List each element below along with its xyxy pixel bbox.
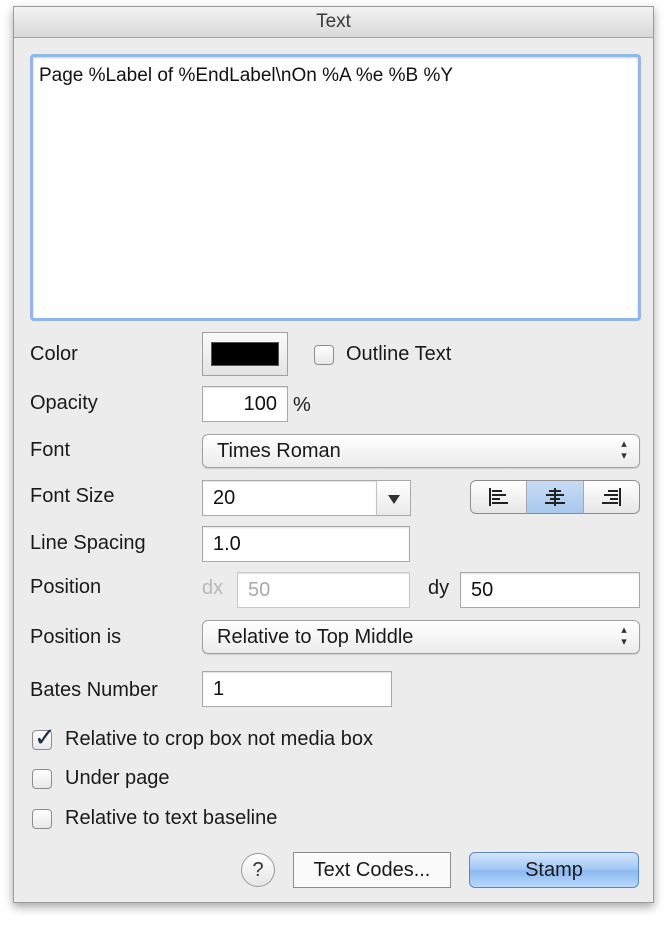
line-spacing-input[interactable]: 1.0: [202, 526, 410, 562]
dy-label: dy: [428, 577, 450, 599]
opacity-unit: %: [293, 394, 311, 416]
font-size-input[interactable]: 20: [202, 480, 377, 516]
color-well[interactable]: [202, 332, 288, 376]
position-is-popup[interactable]: Relative to Top Middle ▴ ▾: [202, 620, 640, 654]
crop-box-label: Relative to crop box not media box: [65, 728, 373, 750]
align-left-button[interactable]: [471, 481, 528, 513]
dx-input[interactable]: 50: [237, 572, 410, 608]
align-center-icon: [544, 488, 565, 506]
color-swatch: [211, 342, 279, 366]
align-center-button[interactable]: [527, 481, 584, 513]
dy-input[interactable]: 50: [460, 572, 640, 608]
font-popup-value: Times Roman: [217, 440, 341, 462]
bates-number-input[interactable]: 1: [202, 671, 392, 707]
outline-text-label: Outline Text: [346, 343, 452, 365]
align-left-icon: [488, 488, 508, 506]
text-codes-button[interactable]: Text Codes...: [293, 852, 451, 888]
stamp-text-area-frame: [30, 54, 641, 321]
updown-arrows-icon: ▴ ▾: [621, 624, 627, 648]
color-label: Color: [30, 343, 78, 365]
font-label: Font: [30, 439, 71, 461]
font-popup[interactable]: Times Roman ▴ ▾: [202, 434, 640, 468]
panel-title: Text: [14, 7, 653, 38]
text-baseline-label: Relative to text baseline: [65, 807, 278, 829]
stamp-text-input[interactable]: [33, 57, 638, 318]
dx-label: dx: [202, 577, 224, 599]
checkmark-icon: ✓: [34, 722, 56, 752]
crop-box-checkbox[interactable]: ✓: [32, 724, 56, 750]
text-stamp-panel: Text Color Outline Text Opacity 100 % Fo…: [13, 6, 654, 903]
help-button[interactable]: ?: [241, 853, 275, 887]
stamp-button[interactable]: Stamp: [469, 852, 639, 888]
updown-arrows-icon: ▴ ▾: [621, 438, 627, 462]
position-is-value: Relative to Top Middle: [217, 626, 414, 648]
position-is-label: Position is: [30, 626, 122, 648]
opacity-label: Opacity: [30, 392, 98, 414]
font-size-dropdown-icon[interactable]: [376, 480, 411, 516]
alignment-segmented-control: [470, 480, 640, 514]
opacity-input[interactable]: 100: [202, 386, 288, 422]
under-page-label: Under page: [65, 767, 170, 789]
outline-text-checkbox[interactable]: [314, 345, 334, 365]
align-right-icon: [602, 488, 622, 506]
under-page-checkbox[interactable]: [32, 769, 52, 789]
bates-number-label: Bates Number: [30, 679, 158, 701]
position-label: Position: [30, 576, 102, 598]
font-size-label: Font Size: [30, 485, 115, 507]
line-spacing-label: Line Spacing: [30, 532, 146, 554]
align-right-button[interactable]: [584, 481, 639, 513]
text-baseline-checkbox[interactable]: [32, 809, 52, 829]
